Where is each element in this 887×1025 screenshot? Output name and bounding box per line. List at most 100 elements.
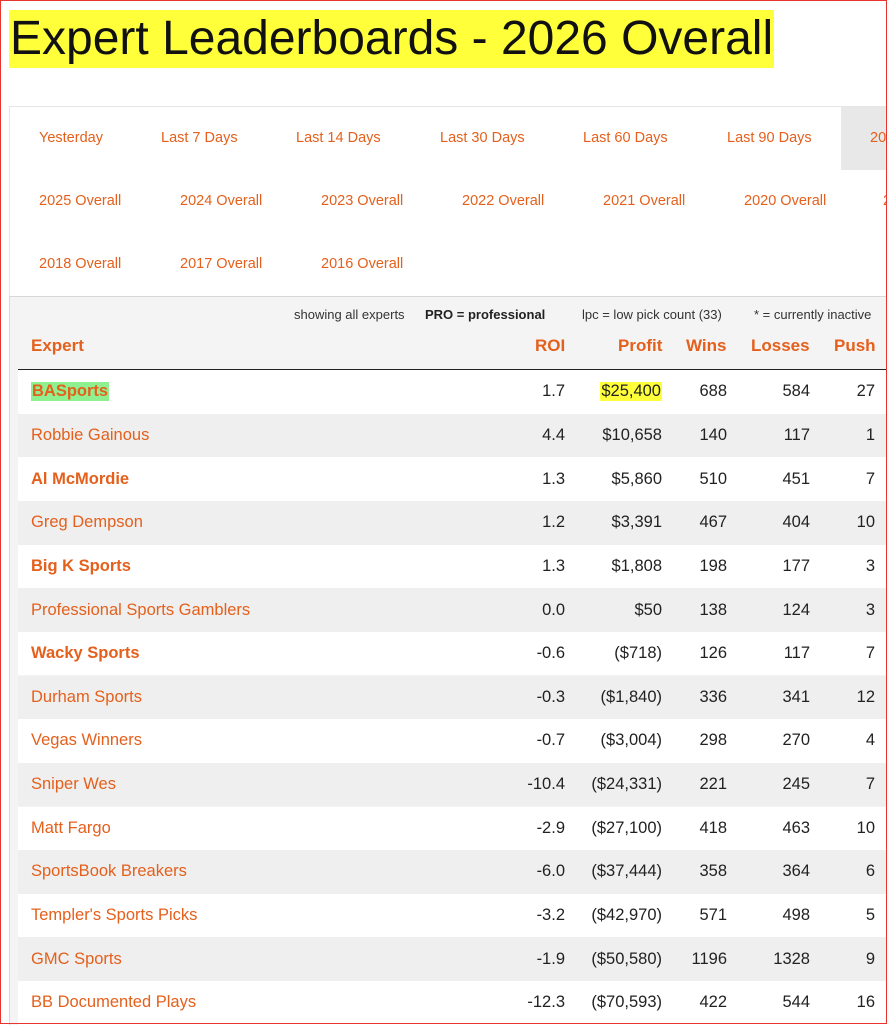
wins-cell: 571 — [699, 894, 727, 938]
header-wins[interactable]: Wins — [686, 336, 726, 356]
tab-2018-overall[interactable]: 2018 Overall — [39, 233, 121, 296]
profit-cell: $5,860 — [612, 457, 662, 501]
tab-last-90-days[interactable]: Last 90 Days — [727, 107, 812, 170]
losses-cell: 1328 — [773, 937, 810, 981]
tab-last-7-days[interactable]: Last 7 Days — [161, 107, 238, 170]
profit-cell-value: ($70,593) — [591, 993, 662, 1012]
expert-name-link[interactable]: Vegas Winners — [31, 719, 142, 763]
expert-name-text: Al McMordie — [31, 469, 130, 488]
expert-name-text: Durham Sports — [31, 687, 142, 706]
expert-name-link[interactable]: BASports — [31, 370, 110, 414]
table-row: SportsBook Breakers -6.0 ($37,444) 358 364 6 — [18, 850, 887, 894]
expert-name-text: SportsBook Breakers — [31, 862, 187, 881]
expert-name-link[interactable]: GMC Sports — [31, 937, 122, 981]
wins-cell: 418 — [699, 807, 727, 851]
push-cell: 10 — [857, 501, 875, 545]
tab-last-14-days[interactable]: Last 14 Days — [296, 107, 381, 170]
push-cell-value: 3 — [865, 556, 875, 575]
roi-cell-value: 1.2 — [542, 513, 565, 532]
losses-cell: 177 — [782, 545, 810, 589]
tab-2022-overall[interactable]: 2022 Overall — [462, 170, 544, 233]
push-cell-value: 5 — [865, 906, 875, 925]
push-cell-value: 7 — [865, 775, 875, 794]
profit-cell-value: $50 — [634, 600, 662, 619]
expert-name-link[interactable]: Durham Sports — [31, 676, 142, 720]
table-row: Wacky Sports -0.6 ($718) 126 117 7 — [18, 631, 887, 676]
expert-name-link[interactable]: Robbie Gainous — [31, 414, 149, 458]
tab-2025-overall[interactable]: 2025 Overall — [39, 170, 121, 233]
push-cell-value: 12 — [856, 687, 875, 706]
tab-2021-overall[interactable]: 2021 Overall — [603, 170, 685, 233]
expert-name-text: Matt Fargo — [31, 818, 111, 837]
roi-cell-value: -2.9 — [536, 818, 565, 837]
expert-name-text: Vegas Winners — [31, 731, 142, 750]
roi-cell: 1.7 — [542, 370, 565, 414]
tab-2020-overall[interactable]: 2020 Overall — [744, 170, 826, 233]
header-expert[interactable]: Expert — [31, 336, 84, 356]
header-profit[interactable]: Profit — [618, 336, 662, 356]
expert-name-link[interactable]: Wacky Sports — [31, 632, 140, 676]
roi-cell-value: -6.0 — [536, 862, 565, 881]
expert-name-text: Big K Sports — [31, 556, 131, 575]
push-cell-value: 9 — [865, 949, 875, 968]
expert-name-link[interactable]: Al McMordie — [31, 457, 129, 501]
expert-name-text: Robbie Gainous — [31, 425, 150, 444]
wins-cell-value: 126 — [699, 644, 727, 663]
losses-cell-value: 364 — [782, 862, 810, 881]
losses-cell-value: 404 — [782, 513, 810, 532]
header-roi[interactable]: ROI — [535, 336, 565, 356]
expert-name-link[interactable]: Matt Fargo — [31, 807, 111, 851]
push-cell-value: 3 — [865, 600, 875, 619]
expert-name-link[interactable]: SportsBook Breakers — [31, 850, 187, 894]
table-row: Matt Fargo -2.9 ($27,100) 418 463 10 — [18, 806, 887, 851]
profit-cell-value: ($42,970) — [591, 906, 662, 925]
expert-name-link[interactable]: Professional Sports Gamblers — [31, 588, 250, 632]
header-push[interactable]: Push — [834, 336, 876, 356]
tab-last-30-days[interactable]: Last 30 Days — [440, 107, 525, 170]
tab-2024-overall[interactable]: 2024 Overall — [180, 170, 262, 233]
table-row: Templer's Sports Picks -3.2 ($42,970) 571 49… — [18, 893, 887, 938]
losses-cell-value: 270 — [782, 731, 810, 750]
profit-cell-value: ($37,444) — [591, 862, 662, 881]
losses-cell: 245 — [782, 763, 810, 807]
tab-2016-overall[interactable]: 2016 Overall — [321, 233, 403, 296]
losses-cell-value: 117 — [783, 644, 810, 663]
profit-cell: ($27,100) — [591, 807, 662, 851]
expert-name-link[interactable]: Templer's Sports Picks — [31, 894, 197, 938]
expert-name-link[interactable]: Greg Dempson — [31, 501, 143, 545]
roi-cell-value: 1.3 — [542, 556, 565, 575]
tab-last-60-days[interactable]: Last 60 Days — [583, 107, 668, 170]
wins-cell: 336 — [699, 676, 727, 720]
profit-cell: $3,391 — [612, 501, 662, 545]
page-title: Expert Leaderboards - 2026 Overall — [9, 10, 775, 68]
expert-name-link[interactable]: BB Documented Plays — [31, 981, 196, 1025]
tab-yesterday[interactable]: Yesterday — [39, 107, 103, 170]
wins-cell-value: 221 — [699, 775, 727, 794]
losses-cell-value: 451 — [782, 469, 810, 488]
losses-cell: 364 — [782, 850, 810, 894]
wins-cell: 1196 — [692, 937, 727, 981]
roi-cell-value: -0.6 — [536, 644, 565, 663]
losses-cell-value: 498 — [782, 906, 810, 925]
wins-cell: 422 — [699, 981, 727, 1025]
wins-cell: 138 — [699, 588, 727, 632]
profit-cell-value: ($1,840) — [600, 687, 662, 706]
header-losses[interactable]: Losses — [751, 336, 810, 356]
losses-cell-value: 117 — [783, 425, 810, 444]
push-cell: 3 — [866, 588, 875, 632]
losses-cell: 117 — [784, 632, 810, 676]
expert-name-link[interactable]: Sniper Wes — [31, 763, 116, 807]
push-cell: 7 — [866, 632, 875, 676]
expert-name-text: Greg Dempson — [31, 513, 143, 532]
tab-2017-overall[interactable]: 2017 Overall — [180, 233, 262, 296]
push-cell: 9 — [866, 937, 875, 981]
expert-name-link[interactable]: Big K Sports — [31, 545, 131, 589]
tab-2026-overall-active[interactable]: 20 — [841, 107, 887, 170]
profit-cell-value: ($24,331) — [591, 775, 662, 794]
table-row: Robbie Gainous 4.4 $10,658 140 117 1 — [18, 413, 887, 458]
tab-2019-overall-clipped[interactable]: 2 — [883, 170, 887, 233]
tab-2023-overall[interactable]: 2023 Overall — [321, 170, 403, 233]
roi-cell: -0.3 — [537, 676, 565, 720]
legend-showing: showing all experts — [294, 307, 405, 322]
profit-cell: ($50,580) — [591, 937, 662, 981]
